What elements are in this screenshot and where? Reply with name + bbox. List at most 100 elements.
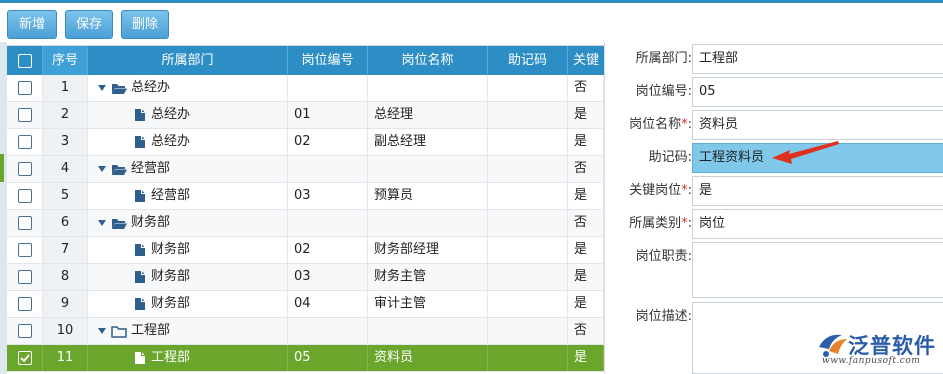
header-seq[interactable]: 序号 (43, 46, 88, 75)
row-checkbox-cell[interactable] (7, 345, 43, 371)
table-row[interactable]: 6 财务部 否 (7, 210, 604, 237)
folder-icon (111, 325, 127, 338)
row-checkbox-cell[interactable] (7, 156, 43, 182)
row-checkbox[interactable] (18, 162, 32, 176)
name-cell: 总经理 (368, 102, 488, 128)
dept-text: 总经办 (151, 107, 191, 122)
row-checkbox-cell[interactable] (7, 210, 43, 236)
name-cell (368, 318, 488, 344)
seq-cell: 9 (43, 291, 88, 317)
code-cell: 03 (288, 183, 368, 209)
table-row[interactable]: 2 总经办 01 总经理 是 (7, 102, 604, 129)
name-cell (368, 75, 488, 101)
key-cell: 否 (568, 75, 604, 101)
document-icon (135, 109, 145, 121)
row-checkbox-cell[interactable] (7, 237, 43, 263)
logo: 泛普软件 www.fanpusoft.com (816, 323, 943, 374)
dept-cell: 工程部 (88, 318, 288, 344)
row-checkbox-cell[interactable] (7, 129, 43, 155)
code-cell: 03 (288, 264, 368, 290)
memo-cell (488, 264, 568, 290)
dept-cell: 总经办 (88, 102, 288, 128)
row-checkbox[interactable] (18, 297, 32, 311)
folder-open-icon (112, 164, 127, 175)
name-cell (368, 210, 488, 236)
key-cell: 是 (568, 102, 604, 128)
seq-cell: 4 (43, 156, 88, 182)
select-all-cell[interactable] (7, 46, 43, 75)
table-row[interactable]: 4 经营部 否 (7, 156, 604, 183)
name-cell (368, 156, 488, 182)
memo-cell (488, 75, 568, 101)
expand-arrow-icon[interactable] (98, 328, 106, 334)
expand-arrow-icon[interactable] (98, 85, 106, 91)
dept-cell: 财务部 (88, 264, 288, 290)
table-row[interactable]: 3 总经办 02 副总经理 是 (7, 129, 604, 156)
toolbar: 新增 保存 删除 (0, 0, 943, 42)
dept-text: 财务部 (151, 242, 191, 257)
header-key[interactable]: 关键 (568, 46, 604, 75)
dept-cell: 工程部 (88, 345, 288, 371)
table-row[interactable]: 5 经营部 03 预算员 是 (7, 183, 604, 210)
header-code[interactable]: 岗位编号 (288, 46, 368, 75)
grid-header: 序号 所属部门 岗位编号 岗位名称 助记码 关键 (7, 46, 604, 75)
header-name[interactable]: 岗位名称 (368, 46, 488, 75)
key-cell: 是 (568, 237, 604, 263)
row-checkbox[interactable] (18, 243, 32, 257)
memo-cell (488, 237, 568, 263)
table-row[interactable]: 10 工程部 否 (7, 318, 604, 345)
table-row[interactable]: 1 总经办 否 (7, 75, 604, 102)
dept-text: 财务部 (151, 296, 191, 311)
dept-cell: 总经办 (88, 129, 288, 155)
memo-cell (488, 183, 568, 209)
row-checkbox[interactable] (18, 108, 32, 122)
expand-arrow-icon[interactable] (98, 166, 106, 172)
table-row[interactable]: 7 财务部 02 财务部经理 是 (7, 237, 604, 264)
seq-cell: 3 (43, 129, 88, 155)
key-cell: 是 (568, 183, 604, 209)
dept-cell: 财务部 (88, 210, 288, 236)
document-icon (135, 244, 145, 256)
row-checkbox-cell[interactable] (7, 318, 43, 344)
seq-cell: 5 (43, 183, 88, 209)
name-cell: 审计主管 (368, 291, 488, 317)
row-checkbox[interactable] (18, 270, 32, 284)
table-row[interactable]: 9 财务部 04 审计主管 是 (7, 291, 604, 318)
row-checkbox[interactable] (18, 135, 32, 149)
row-checkbox-cell[interactable] (7, 75, 43, 101)
row-checkbox[interactable] (18, 351, 32, 365)
row-checkbox-cell[interactable] (7, 291, 43, 317)
seq-cell: 10 (43, 318, 88, 344)
name-cell: 财务部经理 (368, 237, 488, 263)
document-icon (135, 298, 145, 310)
row-checkbox-cell[interactable] (7, 183, 43, 209)
row-checkbox[interactable] (18, 216, 32, 230)
document-icon (135, 136, 145, 148)
code-cell: 04 (288, 291, 368, 317)
delete-button[interactable]: 删除 (121, 10, 169, 39)
key-cell: 否 (568, 210, 604, 236)
table-row[interactable]: 11 工程部 05 资料员 是 (7, 345, 604, 372)
header-dept[interactable]: 所属部门 (88, 46, 288, 75)
left-panel-edge (0, 42, 7, 374)
key-cell: 是 (568, 264, 604, 290)
row-checkbox-cell[interactable] (7, 102, 43, 128)
row-checkbox[interactable] (18, 324, 32, 338)
row-checkbox[interactable] (18, 81, 32, 95)
checkmark-icon (20, 354, 30, 363)
key-cell: 是 (568, 345, 604, 371)
dept-text: 经营部 (151, 188, 191, 203)
key-cell: 是 (568, 129, 604, 155)
expand-arrow-icon[interactable] (98, 220, 106, 226)
memo-cell (488, 318, 568, 344)
row-checkbox-cell[interactable] (7, 264, 43, 290)
dept-cell: 财务部 (88, 291, 288, 317)
header-memo[interactable]: 助记码 (488, 46, 568, 75)
dept-cell: 总经办 (88, 75, 288, 101)
table-row[interactable]: 8 财务部 03 财务主管 是 (7, 264, 604, 291)
row-checkbox[interactable] (18, 189, 32, 203)
save-button[interactable]: 保存 (65, 10, 113, 39)
new-button[interactable]: 新增 (7, 10, 57, 39)
select-all-checkbox[interactable] (18, 54, 32, 68)
dept-text: 财务部 (131, 215, 171, 230)
